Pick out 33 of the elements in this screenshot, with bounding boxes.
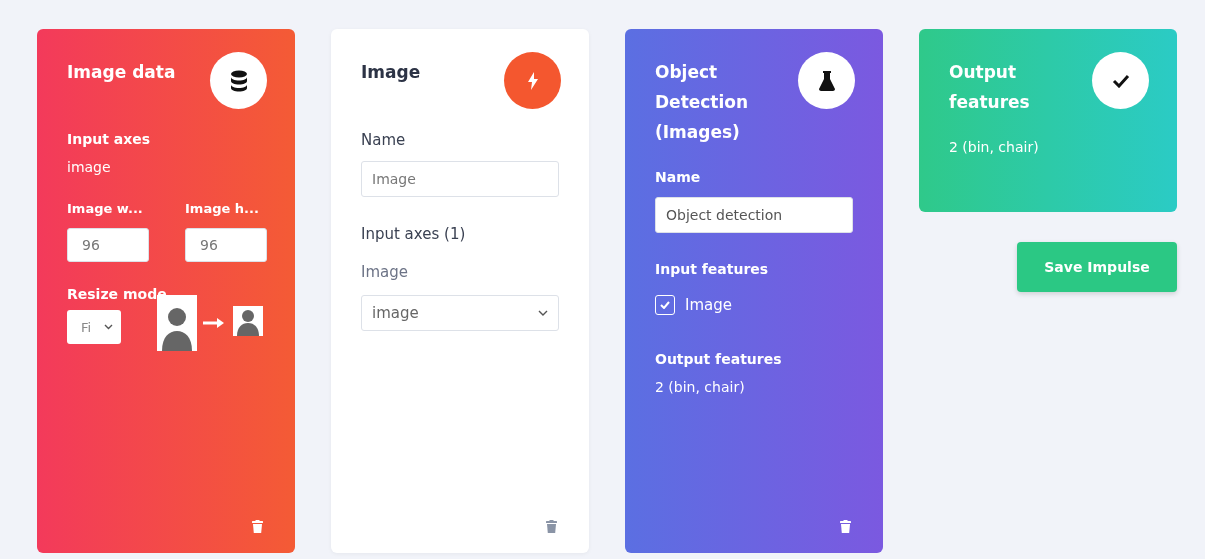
field-label: Input features bbox=[655, 261, 770, 277]
trash-icon[interactable] bbox=[546, 520, 557, 533]
checkmark-icon bbox=[1092, 52, 1149, 109]
input-field[interactable]: 96 bbox=[185, 228, 267, 262]
field-label: Image h... bbox=[185, 201, 260, 216]
field-label: Input axes (1) bbox=[361, 225, 467, 243]
resize-dropdown[interactable]: Fi bbox=[67, 310, 121, 344]
field-label: Image w... bbox=[67, 201, 144, 216]
name-field[interactable]: Object detection bbox=[655, 197, 853, 233]
checkmark-icon bbox=[660, 301, 670, 309]
chevron-down-icon bbox=[538, 310, 548, 316]
lightning-icon bbox=[504, 52, 561, 109]
field-label: Image bbox=[361, 263, 409, 281]
axis-dropdown[interactable]: image bbox=[361, 295, 559, 331]
output-value: 2 (bin, chair) bbox=[949, 139, 1040, 155]
output-value: 2 (bin, chair) bbox=[655, 379, 746, 395]
chevron-down-icon bbox=[104, 324, 113, 330]
block-title: Output features bbox=[949, 61, 1031, 114]
field-label: Input axes bbox=[67, 131, 152, 147]
block-title: Image bbox=[361, 61, 421, 84]
block-title: Image data bbox=[67, 61, 176, 84]
trash-icon[interactable] bbox=[252, 520, 263, 533]
trash-icon[interactable] bbox=[840, 520, 851, 533]
block-title: Object Detection (Images) bbox=[655, 61, 750, 144]
axes-value: image bbox=[67, 159, 112, 175]
flask-icon bbox=[798, 52, 855, 109]
field-label: Output features bbox=[655, 351, 783, 367]
name-field[interactable]: Image bbox=[361, 161, 559, 197]
field-label: Name bbox=[361, 131, 407, 149]
feature-checkbox[interactable]: Image bbox=[655, 295, 853, 315]
input-field[interactable]: 96 bbox=[67, 228, 149, 262]
database-icon bbox=[210, 52, 267, 109]
field-label: Name bbox=[655, 169, 702, 185]
